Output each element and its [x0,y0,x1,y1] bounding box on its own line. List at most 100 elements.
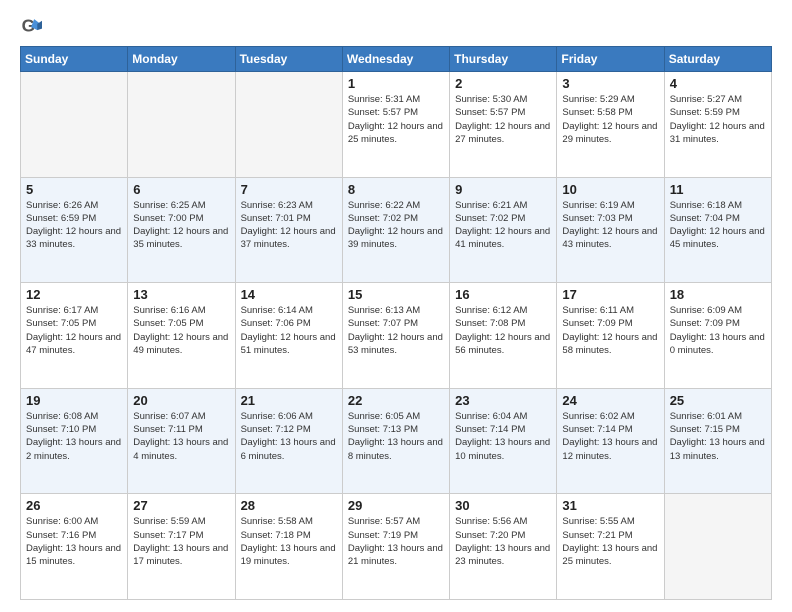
day-number: 24 [562,393,658,408]
day-info: Sunrise: 6:05 AM Sunset: 7:13 PM Dayligh… [348,410,444,463]
calendar-day-cell: 16 Sunrise: 6:12 AM Sunset: 7:08 PM Dayli… [450,283,557,389]
calendar-day-cell: 23Sunrise: 6:04 AM Sunset: 7:14 PM Dayli… [450,388,557,494]
day-number: 20 [133,393,229,408]
day-number: 25 [670,393,766,408]
day-info: Sunrise: 5:31 AM Sunset: 5:57 PM Dayligh… [348,93,444,146]
calendar-day-cell [664,494,771,600]
calendar-day-cell: 27Sunrise: 5:59 AM Sunset: 7:17 PM Dayli… [128,494,235,600]
day-number: 31 [562,498,658,513]
weekday-header-saturday: Saturday [664,47,771,72]
calendar-week-row: 1 Sunrise: 5:31 AM Sunset: 5:57 PM Daylig… [21,72,772,178]
calendar-day-cell: 31 Sunrise: 5:55 AM Sunset: 7:21 PM Dayli… [557,494,664,600]
day-info: Sunrise: 5:59 AM Sunset: 7:17 PM Dayligh… [133,515,229,568]
calendar-day-cell: 8 Sunrise: 6:22 AM Sunset: 7:02 PM Daylig… [342,177,449,283]
day-number: 12 [26,287,122,302]
calendar-day-cell: 25 Sunrise: 6:01 AM Sunset: 7:15 PM Dayli… [664,388,771,494]
day-number: 3 [562,76,658,91]
day-info: Sunrise: 5:55 AM Sunset: 7:21 PM Dayligh… [562,515,658,568]
calendar-day-cell: 1 Sunrise: 5:31 AM Sunset: 5:57 PM Daylig… [342,72,449,178]
calendar-day-cell [128,72,235,178]
day-number: 14 [241,287,337,302]
day-info: Sunrise: 6:00 AM Sunset: 7:16 PM Dayligh… [26,515,122,568]
calendar-day-cell: 11Sunrise: 6:18 AM Sunset: 7:04 PM Dayli… [664,177,771,283]
day-number: 10 [562,182,658,197]
day-number: 15 [348,287,444,302]
day-info: Sunrise: 6:06 AM Sunset: 7:12 PM Dayligh… [241,410,337,463]
calendar-day-cell: 6Sunrise: 6:25 AM Sunset: 7:00 PM Daylig… [128,177,235,283]
day-info: Sunrise: 5:58 AM Sunset: 7:18 PM Dayligh… [241,515,337,568]
calendar-day-cell: 10 Sunrise: 6:19 AM Sunset: 7:03 PM Dayli… [557,177,664,283]
day-info: Sunrise: 5:56 AM Sunset: 7:20 PM Dayligh… [455,515,551,568]
calendar-day-cell: 9 Sunrise: 6:21 AM Sunset: 7:02 PM Daylig… [450,177,557,283]
day-info: Sunrise: 6:11 AM Sunset: 7:09 PM Dayligh… [562,304,658,357]
calendar-day-cell [21,72,128,178]
logo: G [20,16,46,38]
day-number: 4 [670,76,766,91]
calendar-day-cell: 13 Sunrise: 6:16 AM Sunset: 7:05 PM Dayli… [128,283,235,389]
day-number: 28 [241,498,337,513]
calendar-day-cell: 2 Sunrise: 5:30 AM Sunset: 5:57 PM Daylig… [450,72,557,178]
day-info: Sunrise: 6:18 AM Sunset: 7:04 PM Dayligh… [670,199,766,252]
day-number: 29 [348,498,444,513]
day-number: 16 [455,287,551,302]
day-number: 9 [455,182,551,197]
day-number: 8 [348,182,444,197]
day-number: 1 [348,76,444,91]
day-info: Sunrise: 6:16 AM Sunset: 7:05 PM Dayligh… [133,304,229,357]
day-number: 13 [133,287,229,302]
day-number: 26 [26,498,122,513]
calendar-day-cell: 30 Sunrise: 5:56 AM Sunset: 7:20 PM Dayli… [450,494,557,600]
day-info: Sunrise: 6:02 AM Sunset: 7:14 PM Dayligh… [562,410,658,463]
weekday-header-friday: Friday [557,47,664,72]
calendar-day-cell [235,72,342,178]
day-info: Sunrise: 6:22 AM Sunset: 7:02 PM Dayligh… [348,199,444,252]
calendar-day-cell: 19 Sunrise: 6:08 AM Sunset: 7:10 PM Dayli… [21,388,128,494]
calendar-week-row: 19 Sunrise: 6:08 AM Sunset: 7:10 PM Dayli… [21,388,772,494]
calendar-day-cell: 29 Sunrise: 5:57 AM Sunset: 7:19 PM Dayli… [342,494,449,600]
calendar-day-cell: 7 Sunrise: 6:23 AM Sunset: 7:01 PM Daylig… [235,177,342,283]
day-info: Sunrise: 6:01 AM Sunset: 7:15 PM Dayligh… [670,410,766,463]
day-number: 30 [455,498,551,513]
weekday-header-tuesday: Tuesday [235,47,342,72]
day-info: Sunrise: 5:57 AM Sunset: 7:19 PM Dayligh… [348,515,444,568]
logo-icon: G [20,16,42,38]
day-info: Sunrise: 6:26 AM Sunset: 6:59 PM Dayligh… [26,199,122,252]
calendar-day-cell: 12 Sunrise: 6:17 AM Sunset: 7:05 PM Dayli… [21,283,128,389]
day-info: Sunrise: 6:04 AM Sunset: 7:14 PM Dayligh… [455,410,551,463]
day-number: 7 [241,182,337,197]
day-info: Sunrise: 6:14 AM Sunset: 7:06 PM Dayligh… [241,304,337,357]
day-info: Sunrise: 6:08 AM Sunset: 7:10 PM Dayligh… [26,410,122,463]
calendar-day-cell: 4 Sunrise: 5:27 AM Sunset: 5:59 PM Daylig… [664,72,771,178]
calendar-day-cell: 18Sunrise: 6:09 AM Sunset: 7:09 PM Dayli… [664,283,771,389]
calendar-day-cell: 22Sunrise: 6:05 AM Sunset: 7:13 PM Dayli… [342,388,449,494]
day-info: Sunrise: 5:29 AM Sunset: 5:58 PM Dayligh… [562,93,658,146]
day-info: Sunrise: 5:27 AM Sunset: 5:59 PM Dayligh… [670,93,766,146]
day-info: Sunrise: 6:19 AM Sunset: 7:03 PM Dayligh… [562,199,658,252]
calendar-day-cell: 26 Sunrise: 6:00 AM Sunset: 7:16 PM Dayli… [21,494,128,600]
calendar-week-row: 5 Sunrise: 6:26 AM Sunset: 6:59 PM Daylig… [21,177,772,283]
day-number: 2 [455,76,551,91]
day-number: 19 [26,393,122,408]
day-number: 5 [26,182,122,197]
calendar-day-cell: 24 Sunrise: 6:02 AM Sunset: 7:14 PM Dayli… [557,388,664,494]
day-info: Sunrise: 6:23 AM Sunset: 7:01 PM Dayligh… [241,199,337,252]
calendar-day-cell: 21 Sunrise: 6:06 AM Sunset: 7:12 PM Dayli… [235,388,342,494]
calendar-week-row: 26 Sunrise: 6:00 AM Sunset: 7:16 PM Dayli… [21,494,772,600]
calendar-day-cell: 17Sunrise: 6:11 AM Sunset: 7:09 PM Dayli… [557,283,664,389]
day-info: Sunrise: 6:17 AM Sunset: 7:05 PM Dayligh… [26,304,122,357]
day-number: 21 [241,393,337,408]
weekday-header-wednesday: Wednesday [342,47,449,72]
calendar-day-cell: 5 Sunrise: 6:26 AM Sunset: 6:59 PM Daylig… [21,177,128,283]
calendar-week-row: 12 Sunrise: 6:17 AM Sunset: 7:05 PM Dayli… [21,283,772,389]
calendar-day-cell: 14 Sunrise: 6:14 AM Sunset: 7:06 PM Dayli… [235,283,342,389]
day-info: Sunrise: 6:21 AM Sunset: 7:02 PM Dayligh… [455,199,551,252]
calendar-day-cell: 20Sunrise: 6:07 AM Sunset: 7:11 PM Dayli… [128,388,235,494]
weekday-header-sunday: Sunday [21,47,128,72]
day-info: Sunrise: 5:30 AM Sunset: 5:57 PM Dayligh… [455,93,551,146]
day-number: 18 [670,287,766,302]
day-info: Sunrise: 6:13 AM Sunset: 7:07 PM Dayligh… [348,304,444,357]
day-info: Sunrise: 6:25 AM Sunset: 7:00 PM Dayligh… [133,199,229,252]
day-info: Sunrise: 6:12 AM Sunset: 7:08 PM Dayligh… [455,304,551,357]
weekday-header-thursday: Thursday [450,47,557,72]
weekday-header-row: SundayMondayTuesdayWednesdayThursdayFrid… [21,47,772,72]
